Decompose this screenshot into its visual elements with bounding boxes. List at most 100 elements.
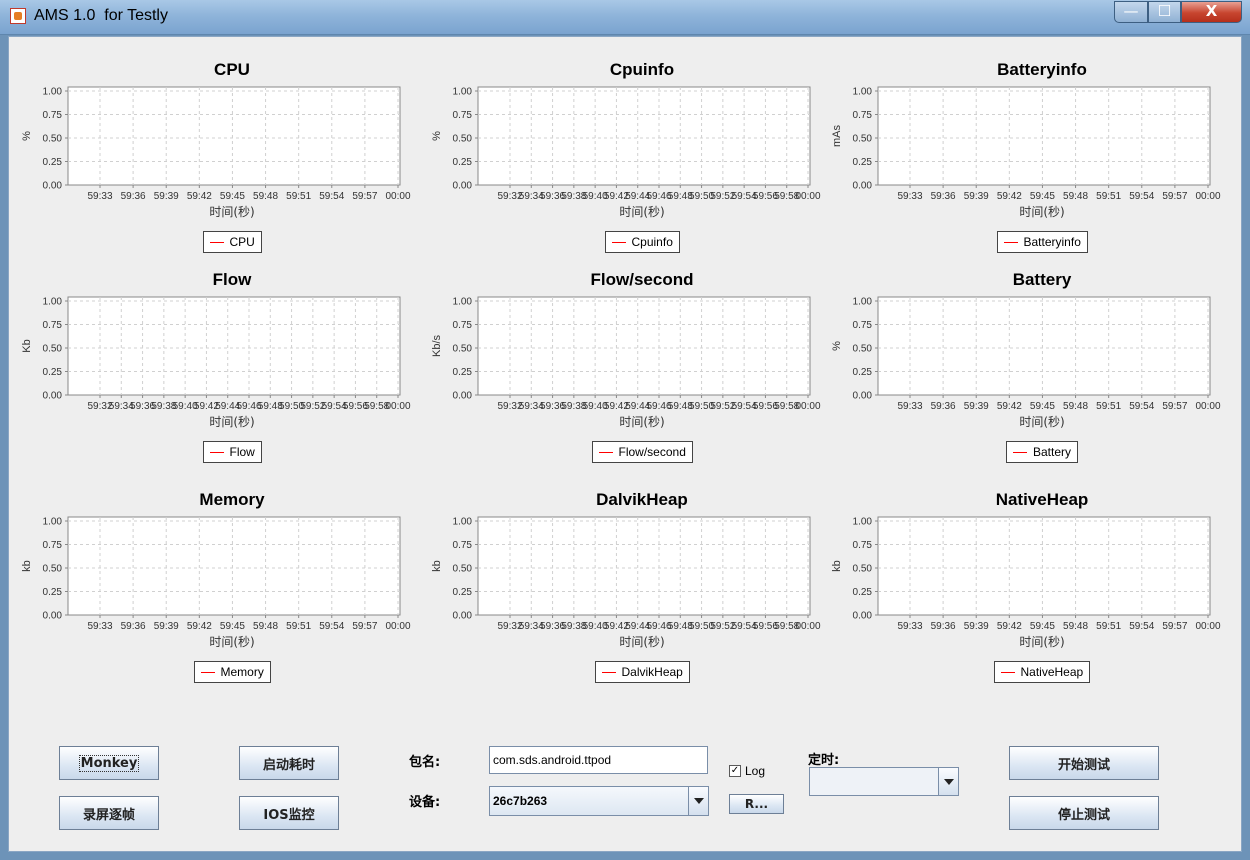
x-tick-label: 59:42 xyxy=(997,191,1022,202)
timer-label: 定时: xyxy=(808,753,840,768)
y-tick-label: 1.00 xyxy=(453,517,473,528)
plot-area xyxy=(477,516,811,616)
x-tick-label: 59:36 xyxy=(121,621,146,632)
legend-label: Flow/second xyxy=(618,445,686,459)
x-tick-label: 59:33 xyxy=(897,621,922,632)
chevron-down-icon[interactable] xyxy=(688,787,708,815)
ios-monitor-button[interactable]: IOS监控 xyxy=(239,796,339,830)
y-tick-label: 1.00 xyxy=(453,297,473,308)
refresh-button[interactable]: R... xyxy=(729,794,784,814)
x-tick-label: 59:45 xyxy=(1030,191,1055,202)
legend-label: DalvikHeap xyxy=(621,665,683,679)
x-tick-label: 59:42 xyxy=(997,401,1022,412)
chart-title: Batteryinfo xyxy=(997,60,1087,79)
x-axis-label: 时间(秒) xyxy=(209,415,254,429)
x-tick-label: 59:51 xyxy=(286,191,311,202)
startup-time-button[interactable]: 启动耗时 xyxy=(239,746,339,780)
legend-swatch xyxy=(601,671,616,673)
close-button[interactable]: X xyxy=(1181,1,1242,23)
y-axis-label: kb xyxy=(831,560,843,572)
legend-label: CPU xyxy=(229,235,255,249)
log-checkbox[interactable]: ✓ xyxy=(729,765,741,777)
chart-legend: DalvikHeap xyxy=(594,661,690,683)
y-axis-label: Kb xyxy=(21,339,33,352)
y-tick-label: 0.75 xyxy=(853,540,873,551)
plot-area xyxy=(877,296,1211,396)
x-tick-label: 59:33 xyxy=(87,621,112,632)
y-tick-label: 0.25 xyxy=(853,367,873,378)
legend-label: Flow xyxy=(229,445,255,459)
x-tick-label: 59:54 xyxy=(319,191,344,202)
y-tick-label: 0.25 xyxy=(43,157,63,168)
x-tick-label: 59:48 xyxy=(1063,621,1088,632)
plot-area xyxy=(67,296,401,396)
window-title: AMS 1.0 for Testly xyxy=(34,7,168,24)
y-axis-label: mAs xyxy=(831,125,843,148)
chart-title: Memory xyxy=(199,490,265,509)
maximize-button[interactable]: ☐ xyxy=(1148,1,1181,23)
chart-legend: NativeHeap xyxy=(993,661,1091,683)
x-tick-label: 59:57 xyxy=(1162,191,1187,202)
x-tick-label: 59:42 xyxy=(187,191,212,202)
y-tick-label: 1.00 xyxy=(43,297,63,308)
x-tick-label: 59:51 xyxy=(1096,191,1121,202)
legend-swatch xyxy=(611,241,626,243)
chevron-down-icon[interactable] xyxy=(938,768,958,795)
x-tick-label: 59:45 xyxy=(1030,401,1055,412)
x-tick-label: 59:48 xyxy=(1063,191,1088,202)
x-tick-label: 59:33 xyxy=(897,191,922,202)
stop-test-button[interactable]: 停止测试 xyxy=(1009,796,1159,830)
chart-title: Cpuinfo xyxy=(610,60,674,79)
y-tick-label: 0.00 xyxy=(43,391,63,402)
timer-select[interactable] xyxy=(809,767,959,796)
legend-swatch xyxy=(200,671,215,673)
x-tick-label: 59:45 xyxy=(220,621,245,632)
chart-3: Flow0.000.250.500.751.0059:3259:3459:365… xyxy=(21,270,411,429)
x-tick-label: 59:51 xyxy=(286,621,311,632)
x-axis-label: 时间(秒) xyxy=(209,205,254,219)
x-tick-label: 59:48 xyxy=(253,621,278,632)
y-tick-label: 0.00 xyxy=(43,181,63,192)
x-axis-label: 时间(秒) xyxy=(1019,205,1064,219)
x-tick-label: 59:57 xyxy=(352,191,377,202)
chart-1: Cpuinfo0.000.250.500.751.0059:3259:3459:… xyxy=(431,60,821,219)
x-tick-label: 00:00 xyxy=(1195,191,1220,202)
legend-swatch xyxy=(1000,671,1015,673)
y-tick-label: 0.75 xyxy=(853,110,873,121)
title-bar[interactable]: AMS 1.0 for Testly — ☐ X xyxy=(0,0,1250,35)
x-tick-label: 59:36 xyxy=(931,621,956,632)
start-test-button[interactable]: 开始测试 xyxy=(1009,746,1159,780)
legend-label: Memory xyxy=(220,665,264,679)
chart-title: Battery xyxy=(1013,270,1072,289)
y-tick-label: 0.00 xyxy=(853,391,873,402)
chart-0: CPU 0.00 0.25 0.50 0.75 1.00 59:33 59:36 59:39 59… xyxy=(21,60,411,219)
plot-area xyxy=(877,86,1211,186)
x-tick-label: 00:00 xyxy=(1195,621,1220,632)
legend-label: Battery xyxy=(1033,445,1072,459)
screen-record-button[interactable]: 录屏逐帧 xyxy=(59,796,159,830)
x-axis-label: 时间(秒) xyxy=(619,635,664,649)
y-tick-label: 1.00 xyxy=(853,297,873,308)
legend-swatch xyxy=(598,451,613,453)
log-checkbox-label: Log xyxy=(745,764,766,778)
chart-4: Flow/second0.000.250.500.751.0059:3259:3… xyxy=(431,270,821,429)
legend-label: NativeHeap xyxy=(1020,665,1084,679)
y-tick-label: 0.75 xyxy=(453,110,473,121)
legend-swatch xyxy=(1013,451,1027,453)
x-tick-label: 59:54 xyxy=(1129,621,1154,632)
y-tick-label: 0.50 xyxy=(453,344,473,355)
y-tick-label: 0.50 xyxy=(43,134,63,145)
x-tick-label: 59:45 xyxy=(1030,621,1055,632)
x-tick-label: 59:42 xyxy=(997,621,1022,632)
package-input[interactable]: com.sds.android.ttpod xyxy=(489,746,708,774)
monkey-button[interactable]: Monkey xyxy=(59,746,159,780)
monkey-button-label: Monkey xyxy=(78,754,140,772)
device-select[interactable]: 26c7b263 xyxy=(489,786,709,816)
chart-legend: Memory xyxy=(193,661,271,683)
y-tick-label: 1.00 xyxy=(43,87,63,98)
minimize-button[interactable]: — xyxy=(1114,1,1148,23)
y-tick-label: 0.25 xyxy=(43,367,63,378)
y-tick-label: 1.00 xyxy=(853,517,873,528)
y-tick-label: 0.00 xyxy=(453,181,473,192)
x-tick-label: 59:39 xyxy=(964,401,989,412)
